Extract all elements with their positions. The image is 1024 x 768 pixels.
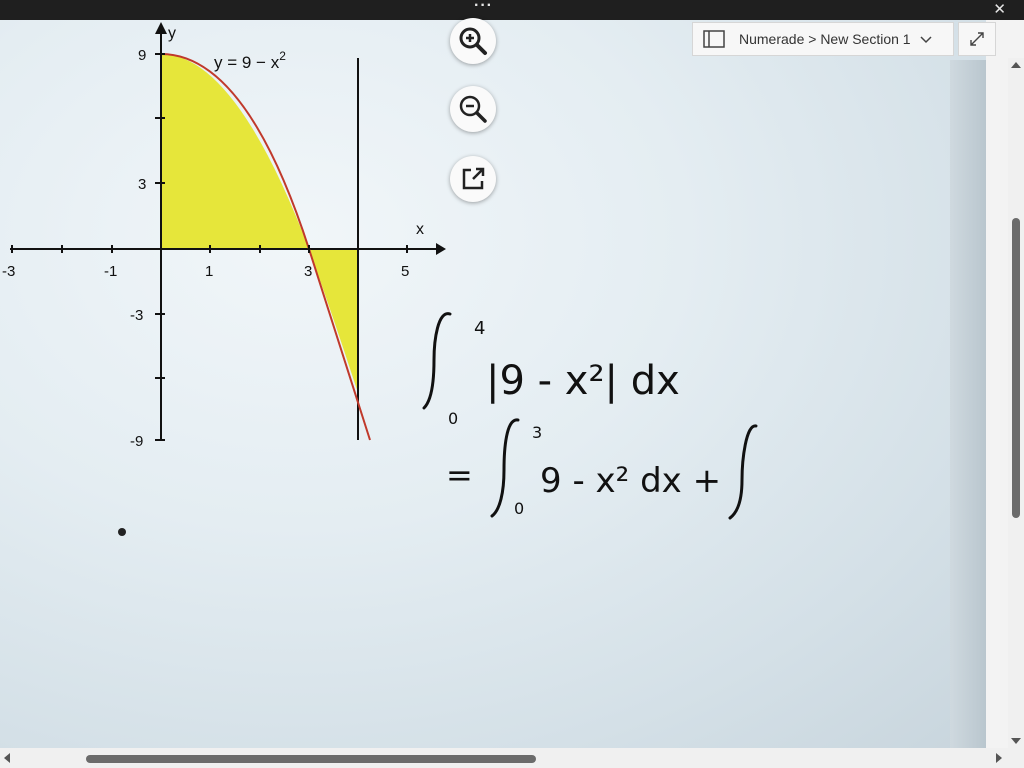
integrand: 9 - x² dx +	[540, 461, 721, 501]
zoom-out-button[interactable]	[450, 86, 496, 132]
x-axis-arrow	[436, 243, 446, 255]
x-axis-label: x	[416, 221, 424, 238]
open-external-button[interactable]	[450, 156, 496, 202]
x-tick-label: 5	[401, 263, 409, 280]
ink-speck	[118, 528, 126, 536]
area-region-positive	[161, 54, 309, 249]
lower-limit: 0	[514, 499, 524, 518]
zoom-in-button[interactable]	[450, 18, 496, 64]
vertical-scrollbar[interactable]	[1008, 58, 1024, 748]
integral-sign	[728, 424, 758, 520]
scroll-down-arrow[interactable]	[1011, 738, 1021, 744]
x-tick-label: -3	[2, 263, 15, 280]
title-bar: ··· ✕	[0, 0, 1024, 20]
curve-equation: y = 9 − x2	[214, 49, 286, 72]
more-options-button[interactable]: ···	[474, 0, 493, 15]
paper-edge	[950, 60, 986, 748]
y-tick-label: -9	[130, 433, 143, 450]
breadcrumb[interactable]: Numerade > New Section 1	[692, 22, 954, 56]
equals-sign: =	[446, 456, 473, 494]
handwritten-work: 4 0 |9 - x²| dx = 3 0 9 - x² dx +	[422, 312, 758, 520]
close-button[interactable]: ✕	[993, 0, 1006, 20]
expand-icon	[970, 32, 984, 46]
zoom-in-icon	[459, 27, 487, 55]
y-axis-arrow	[155, 22, 167, 34]
lower-limit: 0	[448, 409, 458, 428]
chevron-down-icon[interactable]	[919, 32, 933, 46]
scroll-up-arrow[interactable]	[1011, 62, 1021, 68]
x-tick-label: -1	[104, 263, 117, 280]
x-tick-label: 3	[304, 263, 312, 280]
integral-sign	[422, 312, 452, 410]
expand-button[interactable]	[958, 22, 996, 56]
y-tick-label: 3	[138, 176, 146, 193]
y-tick-label: -3	[130, 307, 143, 324]
zoom-out-icon	[459, 95, 487, 123]
integrand: |9 - x²| dx	[486, 358, 680, 404]
open-external-icon	[462, 167, 485, 190]
x-tick-label: 1	[205, 263, 213, 280]
y-axis-label: y	[168, 25, 176, 42]
upper-limit: 4	[474, 318, 485, 339]
breadcrumb-path[interactable]: Numerade > New Section 1	[739, 31, 911, 47]
notebook-icon	[703, 30, 725, 48]
scroll-right-arrow[interactable]	[996, 753, 1002, 763]
scroll-left-arrow[interactable]	[4, 753, 10, 763]
function-graph: y x y = 9 − x2 -3 -1 1 3 5 9 3 -3 -9	[2, 22, 446, 450]
y-tick-label: 9	[138, 47, 146, 64]
document-canvas[interactable]: y x y = 9 − x2 -3 -1 1 3 5 9 3 -3 -9 4 0…	[0, 20, 986, 748]
upper-limit: 3	[532, 423, 542, 442]
horizontal-scroll-thumb[interactable]	[86, 755, 536, 763]
horizontal-scrollbar[interactable]	[0, 748, 1024, 768]
vertical-scroll-thumb[interactable]	[1012, 218, 1020, 518]
